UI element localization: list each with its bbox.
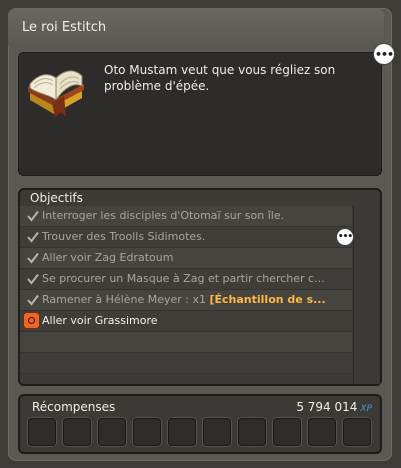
- objective-row[interactable]: Interroger les disciples d'Otomaï sur so…: [20, 206, 352, 227]
- objective-row[interactable]: Ramener à Hélène Meyer : x1 [Échantillon…: [20, 290, 352, 311]
- objectives-scrollbar[interactable]: [353, 206, 380, 384]
- objective-row-empty: [20, 353, 352, 374]
- reward-slot[interactable]: [273, 418, 301, 446]
- objective-text: Aller voir Zag Edratoum: [42, 251, 174, 264]
- objectives-list: Interroger les disciples d'Otomaï sur so…: [20, 206, 352, 374]
- reward-slot[interactable]: [28, 418, 56, 446]
- reward-slot[interactable]: [168, 418, 196, 446]
- rewards-label: Récompenses: [32, 400, 116, 414]
- objective-text: Interroger les disciples d'Otomaï sur so…: [42, 209, 285, 222]
- reward-slot[interactable]: [63, 418, 91, 446]
- objective-text: Se procurer un Masque à Zag et partir ch…: [42, 272, 325, 285]
- reward-slot[interactable]: [343, 418, 371, 446]
- ellipsis-bubble-icon[interactable]: •••: [337, 229, 353, 245]
- objective-row[interactable]: Se procurer un Masque à Zag et partir ch…: [20, 269, 352, 290]
- reward-slot[interactable]: [308, 418, 336, 446]
- ellipsis-bubble-icon[interactable]: •••: [374, 44, 394, 64]
- objective-row[interactable]: Aller voir Zag Edratoum: [20, 248, 352, 269]
- objectives-panel: Objectifs Interroger les disciples d'Oto…: [18, 188, 382, 386]
- objective-row[interactable]: Trouver des Troolls Sidimotes.: [20, 227, 352, 248]
- objectives-title: Objectifs: [30, 191, 83, 205]
- xp-unit: XP: [360, 404, 372, 414]
- reward-slot[interactable]: [203, 418, 231, 446]
- check-icon: [27, 210, 39, 222]
- objective-item-link[interactable]: [Échantillon de s...: [209, 293, 325, 306]
- xp-value: 5 794 014: [296, 400, 358, 414]
- check-icon: [27, 231, 39, 243]
- reward-slot[interactable]: [133, 418, 161, 446]
- check-icon: [27, 273, 39, 285]
- objective-row-empty: [20, 332, 352, 353]
- window-title: Le roi Estitch: [22, 20, 107, 35]
- title-bar[interactable]: Le roi Estitch: [8, 8, 384, 46]
- objective-text-main: Ramener à Hélène Meyer : x1: [42, 293, 210, 306]
- objective-text: Trouver des Troolls Sidimotes.: [42, 230, 206, 243]
- xp-reward: 5 794 014 XP: [296, 400, 372, 414]
- check-icon: [27, 252, 39, 264]
- objectives-header: Objectifs: [20, 190, 380, 207]
- target-marker-icon: [24, 313, 39, 328]
- reward-slot[interactable]: [238, 418, 266, 446]
- quest-description: Oto Mustam veut que vous régliez son pro…: [104, 63, 336, 93]
- objective-text: Ramener à Hélène Meyer : x1 [Échantillon…: [42, 290, 326, 310]
- objective-row-current[interactable]: Aller voir Grassimore: [20, 311, 352, 332]
- reward-slot[interactable]: [98, 418, 126, 446]
- reward-slots: [28, 418, 374, 448]
- rewards-panel: Récompenses 5 794 014 XP: [18, 394, 382, 454]
- check-icon: [27, 294, 39, 306]
- open-book-icon: [28, 70, 84, 118]
- quest-description-panel: Oto Mustam veut que vous régliez son pro…: [18, 52, 382, 176]
- objective-text: Aller voir Grassimore: [42, 314, 158, 327]
